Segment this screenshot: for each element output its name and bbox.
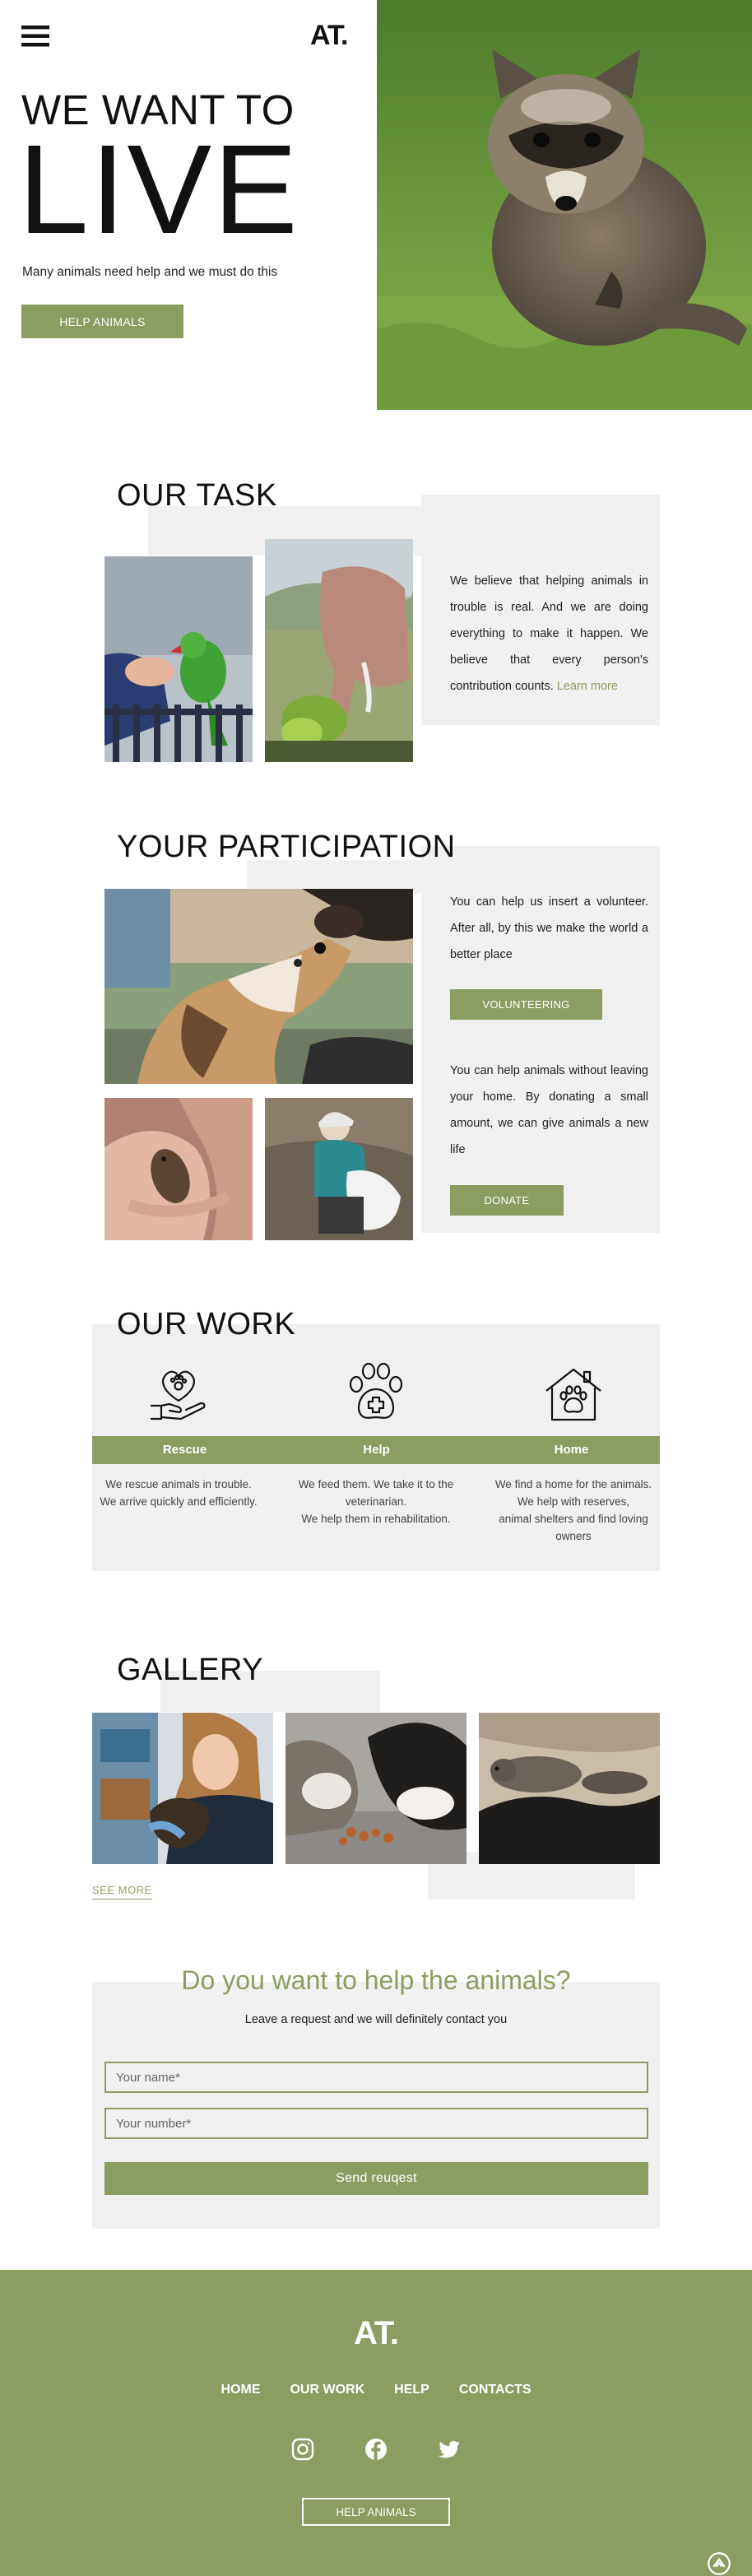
gallery-vet-cat-photo[interactable] [92, 1713, 273, 1864]
help-animals-button[interactable]: HELP ANIMALS [21, 305, 183, 338]
home-label: Home [554, 1443, 589, 1457]
volunteer-text: You can help us insert a volunteer. Afte… [450, 895, 648, 961]
task-elephant-photo [265, 539, 413, 762]
task-title: OUR TASK [117, 478, 277, 513]
donate-text: You can help animals without leaving you… [450, 1064, 648, 1156]
house-paw-icon [545, 1368, 601, 1421]
rescue-icon-wrap [148, 1363, 209, 1424]
hamburger-menu-icon [21, 26, 49, 47]
participation-hamster-photo [104, 1098, 253, 1240]
footer-nav-our-work[interactable]: OUR WORK [290, 2383, 364, 2397]
logo[interactable]: AT. [310, 20, 348, 52]
see-more-link[interactable]: SEE MORE [92, 1884, 152, 1899]
volunteering-button[interactable]: VOLUNTEERING [450, 989, 602, 1020]
facebook-icon [365, 2439, 387, 2460]
footer-help-animals-button[interactable]: HELP ANIMALS [302, 2498, 450, 2526]
home-text: We find a home for the animals. We help … [494, 1478, 652, 1542]
participation-volunteer-photo [265, 1098, 413, 1240]
name-field[interactable]: Your name* [104, 2062, 648, 2093]
task-text: We believe that helping animals in troub… [450, 568, 648, 700]
participation-title: YOUR PARTICIPATION [117, 830, 456, 864]
twitter-link[interactable] [438, 2440, 461, 2460]
scroll-to-top-icon [708, 2552, 731, 2575]
help-label: Help [363, 1443, 390, 1457]
task-paragraph: We believe that helping animals in troub… [450, 574, 648, 693]
number-field[interactable]: Your number* [104, 2108, 648, 2139]
gallery-cats-eating-photo[interactable] [285, 1713, 467, 1864]
footer-nav-contacts[interactable]: CONTACTS [459, 2383, 532, 2397]
gallery-seal-photo[interactable] [479, 1713, 660, 1864]
hero-raccoon-photo [377, 0, 752, 410]
footer-nav-home[interactable]: HOME [220, 2383, 260, 2397]
task-parrot-photo [104, 556, 253, 762]
footer-logo[interactable]: AT. [0, 2315, 752, 2352]
scroll-to-top-button[interactable] [703, 2551, 736, 2576]
menu-button[interactable] [21, 26, 51, 47]
footer-nav: HOME OUR WORK HELP CONTACTS [0, 2383, 752, 2397]
contact-title: Do you want to help the animals? [181, 1965, 571, 1995]
work-title: OUR WORK [117, 1307, 296, 1341]
learn-more-link[interactable]: Learn more [557, 680, 618, 693]
help-text: We feed them. We take it to the veterina… [298, 1478, 454, 1525]
rescue-label: Rescue [162, 1443, 207, 1457]
gallery-title: GALLERY [117, 1653, 264, 1687]
participation-dog-photo [104, 889, 413, 1084]
heart-paw-hand-icon [150, 1370, 206, 1421]
send-request-button[interactable]: Send reuqest [104, 2162, 648, 2195]
facebook-link[interactable] [364, 2438, 388, 2461]
participation-panel-bg-small [247, 860, 428, 893]
hero-line-2: LIVE [18, 119, 299, 260]
contact-subtitle: Leave a request and we will definitely c… [244, 2013, 508, 2026]
instagram-link[interactable] [291, 2438, 314, 2461]
paw-medical-cross-icon [349, 1363, 403, 1419]
twitter-icon [439, 2441, 460, 2458]
help-icon-wrap [346, 1363, 406, 1424]
hero-subtitle: Many animals need help and we must do th… [22, 265, 278, 279]
home-icon-wrap [544, 1366, 603, 1422]
donate-button[interactable]: DONATE [450, 1185, 564, 1216]
instagram-icon [291, 2438, 314, 2461]
footer-nav-help[interactable]: HELP [394, 2383, 429, 2397]
rescue-text: We rescue animals in trouble. We arrive … [100, 1478, 258, 1508]
